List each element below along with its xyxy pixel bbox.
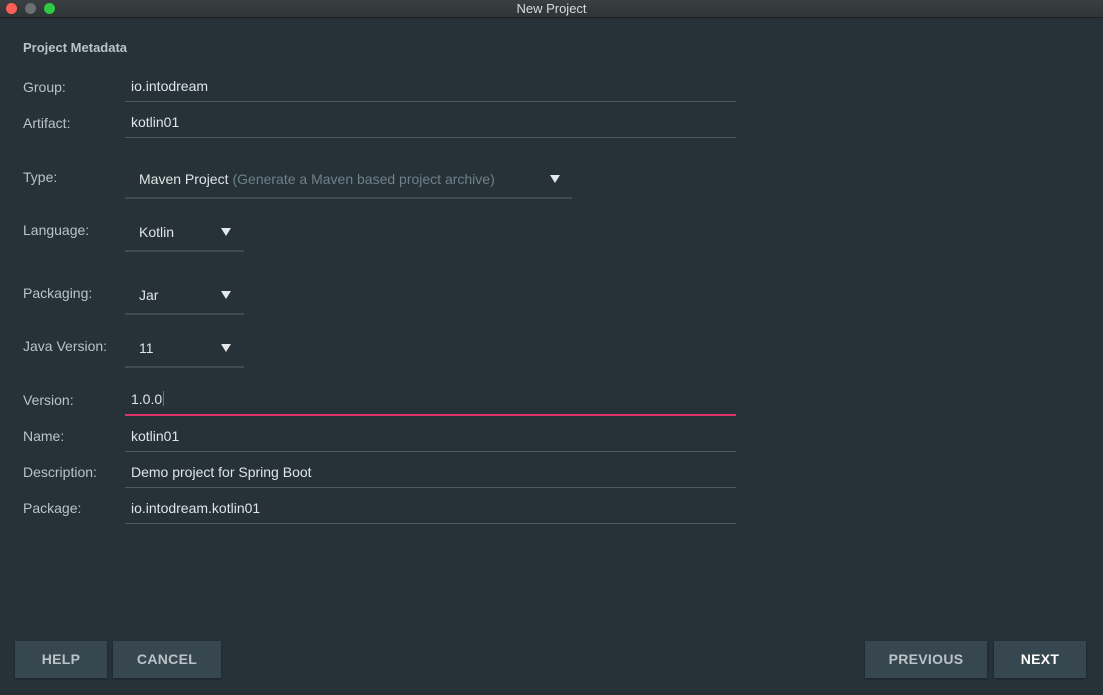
type-label: Type: (23, 169, 58, 185)
language-label: Language: (23, 222, 90, 238)
package-label: Package: (23, 500, 82, 516)
window-title: New Project (516, 1, 587, 16)
type-hint: (Generate a Maven based project archive) (232, 171, 495, 187)
packaging-value: Jar (139, 287, 159, 303)
name-label: Name: (23, 428, 65, 444)
artifact-field[interactable]: kotlin01 (125, 107, 736, 138)
java-version-value: 11 (139, 340, 154, 356)
title-bar: New Project (0, 0, 1103, 18)
help-button[interactable]: HELP (15, 641, 107, 678)
cancel-button[interactable]: CANCEL (113, 641, 221, 678)
group-field[interactable]: io.intodream (125, 71, 736, 102)
text-caret (163, 391, 165, 406)
language-dropdown[interactable]: Kotlin (125, 214, 244, 252)
packaging-dropdown[interactable]: Jar (125, 277, 244, 315)
version-label: Version: (23, 392, 74, 408)
language-value: Kotlin (139, 224, 175, 240)
type-value: Maven Project (Generate a Maven based pro… (139, 171, 495, 187)
artifact-value: kotlin01 (131, 114, 180, 130)
section-title: Project Metadata (23, 40, 128, 55)
next-button[interactable]: NEXT (994, 641, 1086, 678)
description-label: Description: (23, 464, 97, 480)
name-field[interactable]: kotlin01 (125, 421, 736, 452)
artifact-label: Artifact: (23, 115, 71, 131)
group-label: Group: (23, 79, 66, 95)
description-value: Demo project for Spring Boot (131, 464, 312, 480)
version-field[interactable]: 1.0.0 (125, 384, 736, 416)
group-value: io.intodream (131, 78, 209, 94)
type-dropdown[interactable]: Maven Project (Generate a Maven based pro… (125, 161, 572, 199)
packaging-label: Packaging: (23, 285, 93, 301)
chevron-down-icon (221, 291, 231, 299)
chevron-down-icon (221, 228, 231, 236)
package-value: io.intodream.kotlin01 (131, 500, 261, 516)
chevron-down-icon (221, 344, 231, 352)
name-value: kotlin01 (131, 428, 180, 444)
previous-button[interactable]: PREVIOUS (865, 641, 987, 678)
version-value: 1.0.0 (131, 391, 165, 407)
java-version-dropdown[interactable]: 11 (125, 330, 244, 368)
new-project-window: New Project Project Metadata Group: io.i… (0, 0, 1103, 695)
java-version-label: Java Version: (23, 338, 108, 354)
description-field[interactable]: Demo project for Spring Boot (125, 457, 736, 488)
package-field[interactable]: io.intodream.kotlin01 (125, 493, 736, 524)
chevron-down-icon (550, 175, 560, 183)
